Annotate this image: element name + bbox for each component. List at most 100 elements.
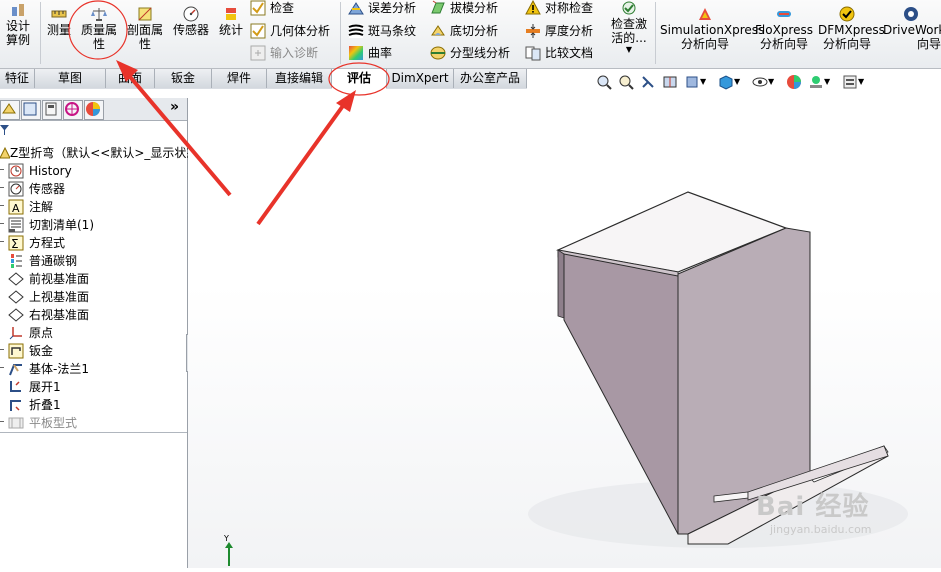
tree-item-material[interactable]: 普通碳钢 bbox=[0, 252, 187, 270]
dropdown-arrow-icon[interactable]: ▼ bbox=[700, 74, 708, 90]
zoom-to-area-icon[interactable] bbox=[618, 74, 634, 90]
tree-expand-icon[interactable] bbox=[0, 421, 4, 422]
dropdown-arrow-icon[interactable]: ▼ bbox=[824, 74, 832, 90]
warning-triangle-icon bbox=[525, 0, 541, 15]
tree-expand-icon[interactable] bbox=[0, 223, 4, 224]
section-view-icon[interactable] bbox=[662, 74, 678, 90]
symmetry-check-button[interactable]: 对称检查 bbox=[525, 0, 593, 16]
graphics-area[interactable]: Y Bai 经验 jingyan.baidu.com bbox=[188, 94, 941, 568]
tree-item-equations[interactable]: Σ 方程式 bbox=[0, 234, 187, 252]
tree-root-part[interactable]: Z型折弯（默认<<默认>_显示状态 bbox=[0, 144, 198, 162]
configuration-manager-tab-icon[interactable] bbox=[42, 100, 62, 120]
parting-line-analysis-button[interactable]: 分型线分析 bbox=[430, 45, 510, 61]
floxpress-button[interactable]: FloXpress 分析向导 bbox=[755, 6, 813, 51]
fold-icon bbox=[10, 400, 21, 411]
tab-features[interactable]: 特征 bbox=[0, 69, 35, 88]
tab-sheet-metal[interactable]: 钣金 bbox=[155, 69, 212, 88]
check-button[interactable]: 检查 bbox=[250, 0, 294, 16]
tree-item-sheet-metal[interactable]: 钣金 bbox=[0, 342, 187, 360]
watermark-url: jingyan.baidu.com bbox=[770, 523, 872, 536]
undercut-analysis-button[interactable]: 底切分析 bbox=[430, 23, 498, 39]
measure-button[interactable]: 测量 bbox=[44, 6, 74, 37]
tree-item-annotations[interactable]: A 注解 bbox=[0, 198, 187, 216]
import-diagnostics-button[interactable]: 输入诊断 bbox=[250, 45, 318, 61]
check-active-button[interactable]: 检查激活的... ▼ bbox=[606, 0, 652, 55]
sensor-button[interactable]: 传感器 bbox=[170, 6, 212, 37]
tree-expand-icon[interactable] bbox=[0, 367, 4, 368]
zoom-to-fit-icon[interactable] bbox=[596, 74, 612, 90]
tree-item-unfold[interactable]: 展开1 bbox=[0, 378, 187, 396]
dropdown-arrow-icon[interactable]: ▼ bbox=[606, 45, 652, 55]
mass-properties-button[interactable]: 质量属性 bbox=[78, 6, 120, 51]
tree-item-origin[interactable]: 原点 bbox=[0, 324, 187, 342]
filter-icon[interactable] bbox=[0, 124, 10, 136]
tree-root-label: Z型折弯（默认<<默认>_显示状态 bbox=[10, 146, 199, 160]
check-label: 检查 bbox=[270, 1, 295, 15]
undercut-analysis-label: 底切分析 bbox=[450, 24, 499, 38]
edit-appearance-icon[interactable] bbox=[786, 74, 802, 90]
panel-expand-chevron-icon[interactable]: » bbox=[170, 99, 179, 115]
tab-sketch[interactable]: 草图 bbox=[35, 69, 106, 88]
tab-direct-editing[interactable]: 直接编辑 bbox=[267, 69, 332, 88]
design-study-button[interactable]: 设计算例 bbox=[0, 2, 36, 47]
curvature-button[interactable]: 曲率 bbox=[348, 45, 392, 61]
panel-tabs: » bbox=[0, 98, 187, 121]
draft-analysis-button[interactable]: 拔模分析 bbox=[430, 0, 498, 16]
unfold-icon bbox=[10, 381, 21, 392]
dimxpert-manager-tab-icon[interactable] bbox=[63, 100, 83, 120]
view-orientation-icon[interactable] bbox=[684, 74, 700, 90]
tab-evaluate[interactable]: 评估 bbox=[332, 69, 387, 89]
dfmxpress-button[interactable]: DFMXpress 分析向导 bbox=[818, 6, 885, 51]
curvature-label: 曲率 bbox=[368, 46, 393, 60]
tree-item-right-plane[interactable]: 右视基准面 bbox=[0, 306, 187, 324]
driveworks-button[interactable]: DriveWorks 向导 bbox=[883, 6, 941, 51]
tree-item-top-plane[interactable]: 上视基准面 bbox=[0, 288, 187, 306]
property-manager-tab-icon[interactable] bbox=[21, 100, 41, 120]
dfmxpress-check-icon bbox=[839, 6, 855, 22]
display-manager-tab-icon[interactable] bbox=[84, 100, 104, 120]
tree-item-base-flange[interactable]: 基体-法兰1 bbox=[0, 360, 187, 378]
zebra-stripes-button[interactable]: 斑马条纹 bbox=[348, 23, 416, 39]
view-settings-icon[interactable] bbox=[842, 74, 858, 90]
tree-item-front-plane[interactable]: 前视基准面 bbox=[0, 270, 187, 288]
tab-dimxpert[interactable]: DimXpert bbox=[387, 69, 454, 88]
tab-office-products[interactable]: 办公室产品 bbox=[454, 69, 527, 88]
tab-surfaces[interactable]: 曲面 bbox=[106, 69, 155, 88]
tab-weldments[interactable]: 焊件 bbox=[212, 69, 267, 88]
tree-expand-icon[interactable] bbox=[0, 241, 4, 242]
tree-expand-icon[interactable] bbox=[0, 349, 4, 350]
tree-item-sensors[interactable]: 传感器 bbox=[0, 180, 187, 198]
geometry-analysis-button[interactable]: 几何体分析 bbox=[250, 23, 330, 39]
feature-manager-tab-icon[interactable] bbox=[0, 100, 20, 120]
display-style-icon[interactable] bbox=[718, 74, 734, 90]
tree-item-history[interactable]: History bbox=[0, 162, 187, 180]
tree-expand-icon[interactable] bbox=[0, 205, 4, 206]
dropdown-arrow-icon[interactable]: ▼ bbox=[734, 74, 742, 90]
tree-divider bbox=[0, 432, 187, 433]
section-properties-button[interactable]: 剖面属性 bbox=[124, 6, 166, 51]
annotation-icon: A bbox=[8, 199, 24, 215]
plane-icon bbox=[8, 308, 24, 322]
thickness-analysis-icon bbox=[526, 24, 540, 38]
tree-item-fold[interactable]: 折叠1 bbox=[0, 396, 187, 414]
dropdown-arrow-icon[interactable]: ▼ bbox=[858, 74, 866, 90]
dropdown-arrow-icon[interactable]: ▼ bbox=[768, 74, 776, 90]
flat-pattern-icon bbox=[8, 417, 24, 429]
compare-documents-button[interactable]: 比较文档 bbox=[525, 45, 593, 61]
tree-expand-icon[interactable] bbox=[0, 187, 4, 188]
tree-item-cut-list[interactable]: 切割清单(1) bbox=[0, 216, 187, 234]
statistics-button[interactable]: 统计 bbox=[216, 6, 246, 37]
tree-expand-icon[interactable] bbox=[0, 169, 4, 170]
previous-view-icon[interactable] bbox=[640, 74, 656, 90]
driveworks-label: DriveWorks 向导 bbox=[883, 23, 941, 51]
tree-item-flat-pattern[interactable]: 平板型式 bbox=[0, 414, 187, 432]
parting-line-analysis-label: 分型线分析 bbox=[450, 46, 511, 60]
apply-scene-icon[interactable] bbox=[808, 74, 824, 90]
material-icon bbox=[11, 254, 22, 268]
deviation-analysis-button[interactable]: 误差分析 bbox=[348, 0, 416, 16]
thickness-analysis-button[interactable]: 厚度分析 bbox=[525, 23, 593, 39]
scale-icon bbox=[91, 8, 107, 21]
sensor-gauge-icon bbox=[8, 181, 24, 197]
simulationxpress-button[interactable]: SimulationXpress 分析向导 bbox=[660, 6, 764, 51]
hide-show-items-icon[interactable] bbox=[752, 74, 768, 90]
